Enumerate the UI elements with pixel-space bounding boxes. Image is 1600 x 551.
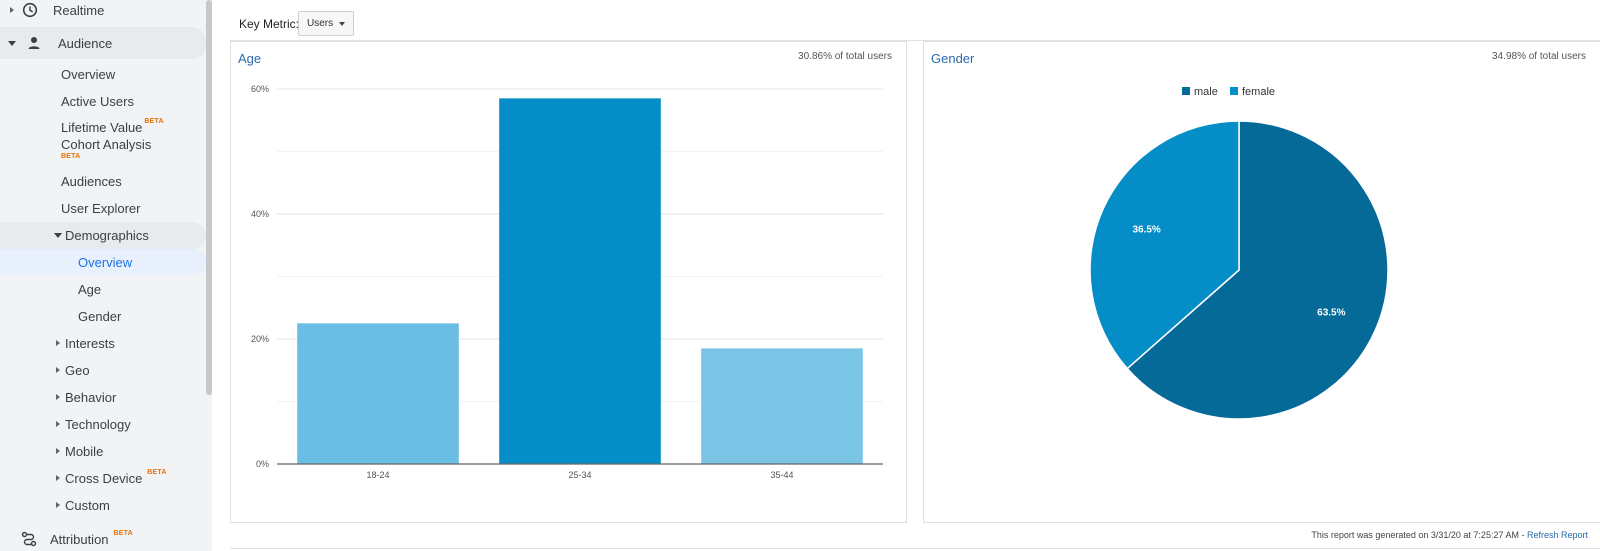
sidebar-item-custom[interactable]: Custom <box>0 492 206 518</box>
legend-label-female[interactable]: female <box>1242 86 1275 98</box>
key-metric-value: Users <box>307 18 334 29</box>
sidebar-item-audience[interactable]: Audience <box>0 27 206 59</box>
sidebar-item-age[interactable]: Age <box>0 276 206 302</box>
sidebar-item-technology[interactable]: Technology <box>0 411 206 437</box>
sidebar-item-label: Cross Device <box>65 470 143 486</box>
sidebar-item-label: Lifetime Value <box>61 119 143 135</box>
legend-swatch-female <box>1230 87 1238 95</box>
sidebar-item-label: Mobile <box>65 443 104 459</box>
sidebar-item-user-explorer[interactable]: User Explorer <box>0 195 206 221</box>
sidebar-item-label: Audience <box>58 35 113 51</box>
caret-right-icon <box>56 340 60 346</box>
refresh-report-link[interactable]: Refresh Report <box>1527 530 1588 540</box>
beta-badge: BETA <box>144 117 164 125</box>
sidebar-item-demographics-overview[interactable]: Overview <box>0 249 206 275</box>
sidebar-item-label: Custom <box>65 497 110 513</box>
sidebar-item-overview[interactable]: Overview <box>0 61 206 87</box>
sidebar-item-label: Behavior <box>65 389 117 405</box>
y-tick-label: 20% <box>251 334 269 344</box>
caret-right-icon <box>56 421 60 427</box>
toolbar: Key Metric: Users <box>230 0 1600 41</box>
age-bar-chart: 0% 20% 40% 60% 18-24 25-34 35-44 <box>251 84 883 480</box>
sidebar-item-label: Attribution <box>50 531 109 547</box>
pie-value-label: 63.5% <box>1317 308 1345 319</box>
age-panel: Age 30.86% of total users 0% 20% 40% 60% 18-… <box>230 41 907 523</box>
beta-badge: BETA <box>147 468 167 476</box>
attribution-icon <box>21 531 37 547</box>
sidebar-item-label: Realtime <box>53 2 105 18</box>
sidebar-item-geo[interactable]: Geo <box>0 357 206 383</box>
y-tick-label: 60% <box>251 84 269 94</box>
key-metric-dropdown[interactable]: Users <box>298 11 354 36</box>
dropdown-arrow-icon <box>339 22 345 26</box>
clock-icon <box>22 2 38 18</box>
key-metric-label: Key Metric: <box>239 17 300 31</box>
x-tick-label: 18-24 <box>366 470 389 480</box>
sidebar-item-label: Gender <box>78 308 122 324</box>
report-footer: This report was generated on 3/31/20 at … <box>1311 530 1588 540</box>
caret-down-icon <box>8 40 16 46</box>
bar-35-44[interactable] <box>701 348 863 464</box>
caret-right-icon <box>10 7 14 13</box>
sidebar-item-label: Overview <box>61 66 116 82</box>
sidebar: Realtime Audience Overview Active Users … <box>0 0 212 551</box>
sidebar-item-label: Active Users <box>61 93 134 109</box>
bar-18-24[interactable] <box>297 323 459 464</box>
analytics-app: Realtime Audience Overview Active Users … <box>0 0 1600 551</box>
sidebar-item-cross-device[interactable]: Cross Device BETA <box>0 465 206 491</box>
legend-swatch-male <box>1182 87 1190 95</box>
sidebar-item-attribution[interactable]: Attribution BETA <box>0 525 206 551</box>
sidebar-item-gender[interactable]: Gender <box>0 303 206 329</box>
sidebar-item-label: User Explorer <box>61 200 141 216</box>
y-tick-label: 40% <box>251 209 269 219</box>
sidebar-item-realtime[interactable]: Realtime <box>0 0 206 23</box>
sidebar-item-label: Geo <box>65 362 90 378</box>
sidebar-item-label: Age <box>78 281 102 297</box>
caret-right-icon <box>56 367 60 373</box>
x-tick-label: 35-44 <box>770 470 793 480</box>
gender-panel: Gender 34.98% of total users male female 6… <box>923 41 1600 523</box>
caret-right-icon <box>56 502 60 508</box>
y-tick-label: 0% <box>256 459 269 469</box>
sidebar-item-interests[interactable]: Interests <box>0 330 206 356</box>
caret-right-icon <box>56 475 60 481</box>
sidebar-item-label: Overview <box>78 254 133 270</box>
sidebar-item-label: Technology <box>65 416 131 432</box>
beta-badge: BETA <box>61 153 81 160</box>
divider <box>230 548 1600 549</box>
caret-right-icon <box>56 448 60 454</box>
sidebar-item-demographics[interactable]: Demographics <box>0 222 206 249</box>
legend-label-male[interactable]: male <box>1194 86 1218 98</box>
caret-down-icon <box>54 233 62 238</box>
sidebar-item-label: Cohort Analysis <box>61 137 152 152</box>
sidebar-item-behavior[interactable]: Behavior <box>0 384 206 410</box>
pie-value-label: 36.5% <box>1132 224 1160 235</box>
caret-right-icon <box>56 394 60 400</box>
bar-25-34[interactable] <box>499 98 661 464</box>
gender-pie-chart: male female 63.5% 36.5% <box>1089 86 1389 420</box>
beta-badge: BETA <box>113 529 133 537</box>
sidebar-item-active-users[interactable]: Active Users <box>0 88 206 114</box>
sidebar-item-mobile[interactable]: Mobile <box>0 438 206 464</box>
sidebar-scrollbar[interactable] <box>206 0 212 395</box>
x-tick-label: 25-34 <box>568 470 591 480</box>
generated-text: This report was generated on 3/31/20 at … <box>1311 530 1527 540</box>
sidebar-item-label: Audiences <box>61 173 122 189</box>
sidebar-item-audiences[interactable]: Audiences <box>0 168 206 194</box>
sidebar-item-label: Interests <box>65 335 115 351</box>
sidebar-item-label: Demographics <box>65 228 149 243</box>
person-icon <box>28 37 40 49</box>
sidebar-item-cohort-analysis[interactable]: Cohort Analysis BETA <box>0 137 206 167</box>
